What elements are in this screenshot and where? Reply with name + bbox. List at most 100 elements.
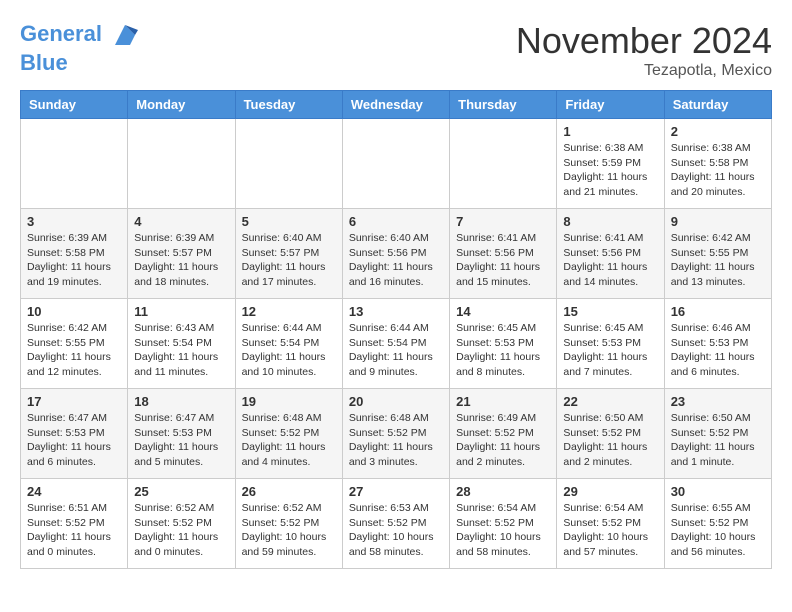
day-number: 22 (563, 394, 657, 409)
day-info: Sunrise: 6:51 AM Sunset: 5:52 PM Dayligh… (27, 501, 121, 560)
weekday-header: Monday (128, 91, 235, 119)
weekday-header: Friday (557, 91, 664, 119)
day-info: Sunrise: 6:55 AM Sunset: 5:52 PM Dayligh… (671, 501, 765, 560)
day-number: 16 (671, 304, 765, 319)
calendar-day-cell: 9 Sunrise: 6:42 AM Sunset: 5:55 PM Daylig… (664, 209, 771, 299)
day-info: Sunrise: 6:38 AM Sunset: 5:59 PM Dayligh… (563, 141, 657, 200)
day-number: 6 (349, 214, 443, 229)
day-number: 30 (671, 484, 765, 499)
day-info: Sunrise: 6:41 AM Sunset: 5:56 PM Dayligh… (456, 231, 550, 290)
logo-icon (110, 20, 140, 50)
logo-blue: Blue (20, 50, 140, 76)
page-header: General Blue November 2024 Tezapotla, Me… (20, 20, 772, 80)
calendar-day-cell (235, 119, 342, 209)
day-info: Sunrise: 6:40 AM Sunset: 5:56 PM Dayligh… (349, 231, 443, 290)
calendar-day-cell: 4 Sunrise: 6:39 AM Sunset: 5:57 PM Daylig… (128, 209, 235, 299)
calendar-day-cell (21, 119, 128, 209)
day-number: 12 (242, 304, 336, 319)
day-number: 17 (27, 394, 121, 409)
calendar-day-cell: 30 Sunrise: 6:55 AM Sunset: 5:52 PM Dayli… (664, 479, 771, 569)
logo: General Blue (20, 20, 140, 76)
day-number: 2 (671, 124, 765, 139)
calendar-day-cell: 19Sunrise: 6:48 AM Sunset: 5:52 PM Dayli… (235, 389, 342, 479)
calendar-day-cell: 28 Sunrise: 6:54 AM Sunset: 5:52 PM Dayli… (450, 479, 557, 569)
calendar-day-cell: 18Sunrise: 6:47 AM Sunset: 5:53 PM Dayli… (128, 389, 235, 479)
day-number: 21 (456, 394, 550, 409)
calendar-day-cell: 6 Sunrise: 6:40 AM Sunset: 5:56 PM Daylig… (342, 209, 449, 299)
day-info: Sunrise: 6:44 AM Sunset: 5:54 PM Dayligh… (349, 321, 443, 380)
day-number: 10 (27, 304, 121, 319)
day-number: 4 (134, 214, 228, 229)
day-number: 23 (671, 394, 765, 409)
calendar-day-cell (342, 119, 449, 209)
day-number: 26 (242, 484, 336, 499)
calendar-day-cell: 12 Sunrise: 6:44 AM Sunset: 5:54 PM Dayli… (235, 299, 342, 389)
day-info: Sunrise: 6:44 AM Sunset: 5:54 PM Dayligh… (242, 321, 336, 380)
day-info: Sunrise: 6:40 AM Sunset: 5:57 PM Dayligh… (242, 231, 336, 290)
calendar-table: SundayMondayTuesdayWednesdayThursdayFrid… (20, 90, 772, 569)
month-title: November 2024 (516, 20, 772, 62)
calendar-week-row: 24 Sunrise: 6:51 AM Sunset: 5:52 PM Dayli… (21, 479, 772, 569)
weekday-header: Tuesday (235, 91, 342, 119)
day-info: Sunrise: 6:50 AM Sunset: 5:52 PM Dayligh… (563, 411, 657, 470)
calendar-day-cell: 13 Sunrise: 6:44 AM Sunset: 5:54 PM Dayli… (342, 299, 449, 389)
day-number: 29 (563, 484, 657, 499)
calendar-day-cell: 10 Sunrise: 6:42 AM Sunset: 5:55 PM Dayli… (21, 299, 128, 389)
calendar-week-row: 1Sunrise: 6:38 AM Sunset: 5:59 PM Daylig… (21, 119, 772, 209)
day-info: Sunrise: 6:45 AM Sunset: 5:53 PM Dayligh… (456, 321, 550, 380)
day-number: 13 (349, 304, 443, 319)
calendar-day-cell: 14 Sunrise: 6:45 AM Sunset: 5:53 PM Dayli… (450, 299, 557, 389)
day-info: Sunrise: 6:38 AM Sunset: 5:58 PM Dayligh… (671, 141, 765, 200)
day-number: 25 (134, 484, 228, 499)
calendar-day-cell: 8Sunrise: 6:41 AM Sunset: 5:56 PM Daylig… (557, 209, 664, 299)
day-info: Sunrise: 6:42 AM Sunset: 5:55 PM Dayligh… (27, 321, 121, 380)
day-number: 7 (456, 214, 550, 229)
weekday-header: Thursday (450, 91, 557, 119)
location: Tezapotla, Mexico (516, 62, 772, 80)
calendar-day-cell: 2 Sunrise: 6:38 AM Sunset: 5:58 PM Daylig… (664, 119, 771, 209)
calendar-day-cell: 17 Sunrise: 6:47 AM Sunset: 5:53 PM Dayli… (21, 389, 128, 479)
day-number: 15 (563, 304, 657, 319)
title-block: November 2024 Tezapotla, Mexico (516, 20, 772, 80)
day-number: 14 (456, 304, 550, 319)
day-info: Sunrise: 6:41 AM Sunset: 5:56 PM Dayligh… (563, 231, 657, 290)
day-number: 24 (27, 484, 121, 499)
day-info: Sunrise: 6:45 AM Sunset: 5:53 PM Dayligh… (563, 321, 657, 380)
calendar-week-row: 17 Sunrise: 6:47 AM Sunset: 5:53 PM Dayli… (21, 389, 772, 479)
weekday-header: Sunday (21, 91, 128, 119)
calendar-day-cell: 15 Sunrise: 6:45 AM Sunset: 5:53 PM Dayli… (557, 299, 664, 389)
day-info: Sunrise: 6:47 AM Sunset: 5:53 PM Dayligh… (27, 411, 121, 470)
calendar-day-cell: 3 Sunrise: 6:39 AM Sunset: 5:58 PM Daylig… (21, 209, 128, 299)
day-number: 18 (134, 394, 228, 409)
day-info: Sunrise: 6:54 AM Sunset: 5:52 PM Dayligh… (456, 501, 550, 560)
weekday-header: Saturday (664, 91, 771, 119)
logo-general: General (20, 21, 102, 46)
calendar-day-cell: 21Sunrise: 6:49 AM Sunset: 5:52 PM Dayli… (450, 389, 557, 479)
day-info: Sunrise: 6:43 AM Sunset: 5:54 PM Dayligh… (134, 321, 228, 380)
day-info: Sunrise: 6:42 AM Sunset: 5:55 PM Dayligh… (671, 231, 765, 290)
calendar-day-cell: 27Sunrise: 6:53 AM Sunset: 5:52 PM Dayli… (342, 479, 449, 569)
day-number: 5 (242, 214, 336, 229)
day-info: Sunrise: 6:39 AM Sunset: 5:58 PM Dayligh… (27, 231, 121, 290)
day-info: Sunrise: 6:54 AM Sunset: 5:52 PM Dayligh… (563, 501, 657, 560)
day-info: Sunrise: 6:52 AM Sunset: 5:52 PM Dayligh… (242, 501, 336, 560)
calendar-week-row: 3 Sunrise: 6:39 AM Sunset: 5:58 PM Daylig… (21, 209, 772, 299)
day-info: Sunrise: 6:52 AM Sunset: 5:52 PM Dayligh… (134, 501, 228, 560)
day-info: Sunrise: 6:50 AM Sunset: 5:52 PM Dayligh… (671, 411, 765, 470)
day-number: 28 (456, 484, 550, 499)
calendar-day-cell (128, 119, 235, 209)
calendar-day-cell: 22 Sunrise: 6:50 AM Sunset: 5:52 PM Dayli… (557, 389, 664, 479)
day-info: Sunrise: 6:53 AM Sunset: 5:52 PM Dayligh… (349, 501, 443, 560)
day-number: 9 (671, 214, 765, 229)
calendar-day-cell: 24 Sunrise: 6:51 AM Sunset: 5:52 PM Dayli… (21, 479, 128, 569)
day-info: Sunrise: 6:46 AM Sunset: 5:53 PM Dayligh… (671, 321, 765, 380)
day-info: Sunrise: 6:48 AM Sunset: 5:52 PM Dayligh… (349, 411, 443, 470)
calendar-day-cell: 26 Sunrise: 6:52 AM Sunset: 5:52 PM Dayli… (235, 479, 342, 569)
day-info: Sunrise: 6:39 AM Sunset: 5:57 PM Dayligh… (134, 231, 228, 290)
day-number: 11 (134, 304, 228, 319)
day-number: 20 (349, 394, 443, 409)
day-number: 3 (27, 214, 121, 229)
weekday-header: Wednesday (342, 91, 449, 119)
calendar-day-cell: 11 Sunrise: 6:43 AM Sunset: 5:54 PM Dayli… (128, 299, 235, 389)
day-number: 19 (242, 394, 336, 409)
